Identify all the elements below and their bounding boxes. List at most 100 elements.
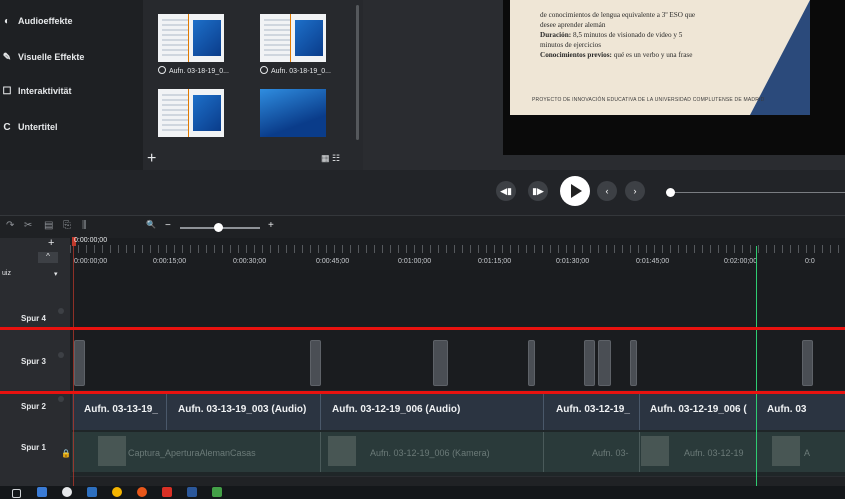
clip-label: Aufn. 03-12-19_006 (Audio) [332,404,461,415]
red-guide-line [0,391,845,394]
media-thumbnail[interactable] [260,14,326,62]
outlook-icon[interactable] [87,487,97,497]
timeline-toolbar [0,215,845,238]
ruler-tick-label: 0:01:30;00 [556,258,590,265]
sidebar-item-label: Visuelle Effekte [18,52,85,62]
quiz-lane[interactable] [70,270,845,299]
next-frame-button[interactable]: ▮▶ [528,181,548,201]
playhead-line[interactable] [73,246,74,486]
slide-text-line: minutos de ejercicios [540,41,602,49]
chevron-down-icon[interactable]: ▾ [54,270,58,278]
slide-text-line: Conocimientos previos: qué es un verbo y… [540,51,693,59]
cut-icon[interactable]: ✂ [24,220,32,231]
ruler-ticks [70,245,845,253]
clip-label: Aufn. 03-13-19_003 (Audio) [178,404,307,415]
ruler-tick-label: 0:01:45;00 [636,258,670,265]
scrubber-handle[interactable] [666,188,675,197]
ruler-tick-label: 0:00:00;00 [74,258,108,265]
callout-clip[interactable] [433,340,448,386]
playhead-time: 0:00:00;00 [74,237,108,244]
copy-icon[interactable]: ▤ [44,220,53,231]
collapse-button[interactable]: ^ [38,252,58,263]
slide-text-line: Duración: 8,5 minutos de visionado de vi… [540,31,683,39]
clip-thumbnail [328,436,356,466]
magic-wand-icon: ✎ [2,51,12,63]
next-marker-button[interactable]: › [625,181,645,201]
callout-clip[interactable] [630,340,637,386]
quiz-track-label: uiz [2,270,11,277]
ruler-tick-label: 0:0 [805,258,815,265]
clip-label: Aufn. 03-12-19_ [556,404,630,415]
media-caption[interactable]: Aufn. 03-18-19_0... [158,66,229,75]
word-icon[interactable] [187,487,197,497]
clip-thumbnail [98,436,126,466]
track-name[interactable]: Spur 3 [21,357,46,366]
ruler-tick-label: 0:00:30;00 [233,258,267,265]
clip-thumbnail [641,436,669,466]
zoom-slider-handle[interactable] [214,223,223,232]
callout-clip[interactable] [598,340,611,386]
media-bin-scrollbar[interactable] [356,5,359,140]
slide-text-line: desee aprender alemán [540,21,606,29]
view-toggle-icon[interactable]: ▦ ☷ [321,153,340,164]
add-track-button[interactable]: + [48,237,54,249]
media-thumbnail[interactable] [158,14,224,62]
callout-clip[interactable] [310,340,321,386]
callout-clip[interactable] [802,340,813,386]
clip-label: Aufn. 03-12-19 [684,448,744,458]
paste-icon[interactable]: ⎘ [63,220,71,231]
video-clip[interactable] [757,432,845,472]
track-lock-dot[interactable] [58,396,64,402]
interactivity-icon: ☐ [2,85,12,97]
callout-clip[interactable] [528,340,535,386]
ruler-tick-label: 0:02:00;00 [724,258,758,265]
add-media-button[interactable]: + [147,151,156,167]
firefox-icon[interactable] [137,487,147,497]
ruler-tick-label: 0:01:15;00 [478,258,512,265]
camtasia-icon[interactable] [212,487,222,497]
media-thumbnail[interactable] [260,89,326,137]
ruler-tick-label: 0:00:15;00 [153,258,187,265]
zoom-icon[interactable]: 🔍 [146,220,156,229]
clip-label: Captura_AperturaAlemanCasas [128,448,256,458]
sidebar-item-visuelle-effekte[interactable]: ✎ Visuelle Effekte [0,47,85,67]
clip-label: Aufn. 03-13-19_ [84,404,158,415]
redo-icon[interactable]: ↷ [6,220,14,231]
sidebar-item-untertitel[interactable]: C Untertitel [0,117,57,137]
media-thumbnail[interactable] [158,89,224,137]
track-lock-dot[interactable] [58,308,64,314]
radio-icon [158,66,166,74]
track-name[interactable]: Spur 1 [21,443,46,452]
clip-label: Aufn. 03-12-19_006 ( [650,404,747,415]
ruler-tick-label: 0:00:45;00 [316,258,350,265]
edge-icon[interactable] [37,487,47,497]
slide-footer: PROYECTO DE INNOVACIÓN EDUCATIVA DE LA U… [532,97,765,103]
media-caption[interactable]: Aufn. 03-18-19_0... [260,66,331,75]
previous-marker-button[interactable]: ‹ [597,181,617,201]
play-button[interactable] [560,176,590,206]
sidebar-item-interaktivitaet[interactable]: ☐ Interaktivität [0,81,72,101]
zoom-in-button[interactable]: + [268,220,274,231]
task-view-icon[interactable] [12,489,21,498]
callout-clip[interactable] [74,340,85,386]
track-name[interactable]: Spur 4 [21,314,46,323]
track-name[interactable]: Spur 2 [21,402,46,411]
track-lane-3[interactable] [70,332,845,391]
chrome-icon[interactable] [112,487,122,497]
acrobat-icon[interactable] [162,487,172,497]
sidebar-item-audioeffekte[interactable]: ◐ Audioeffekte [0,11,73,31]
captions-icon: C [3,121,11,133]
track-lock-dot[interactable] [58,352,64,358]
end-marker-line[interactable] [756,246,757,486]
scrubber-track[interactable] [675,192,845,193]
split-icon[interactable]: ⫼ [82,220,87,231]
callout-clip[interactable] [584,340,595,386]
clip-thumbnail [772,436,800,466]
previous-frame-button[interactable]: ◀▮ [496,181,516,201]
zoom-out-button[interactable]: − [165,220,171,231]
store-icon[interactable] [62,487,72,497]
time-ruler[interactable] [70,238,845,270]
effects-sidebar: ◐ Audioeffekte ✎ Visuelle Effekte ☐ Inte… [0,0,143,170]
radio-icon [260,66,268,74]
audio-effects-icon: ◐ [3,15,11,27]
